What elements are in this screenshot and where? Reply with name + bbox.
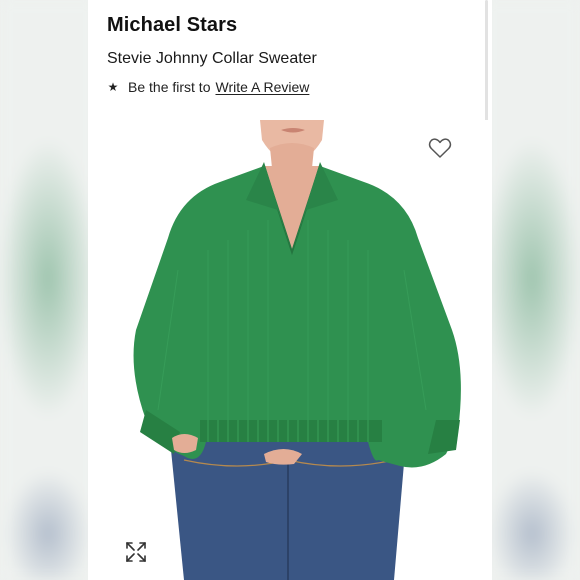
- star-icon: ★: [107, 80, 119, 94]
- product-photo[interactable]: [88, 120, 492, 580]
- expand-arrows-icon[interactable]: [124, 540, 148, 564]
- heart-outline-icon[interactable]: [428, 137, 452, 159]
- review-prompt-row: ★ Be the first to Write A Review: [107, 79, 310, 95]
- review-prompt-text: Be the first to: [128, 79, 211, 95]
- backdrop-left: [0, 0, 96, 580]
- brand-name: Michael Stars: [107, 14, 238, 36]
- backdrop-right: [484, 0, 580, 580]
- write-review-link[interactable]: Write A Review: [215, 79, 309, 95]
- product-title: Stevie Johnny Collar Sweater: [107, 50, 317, 67]
- product-card: Michael Stars Stevie Johnny Collar Sweat…: [88, 0, 492, 580]
